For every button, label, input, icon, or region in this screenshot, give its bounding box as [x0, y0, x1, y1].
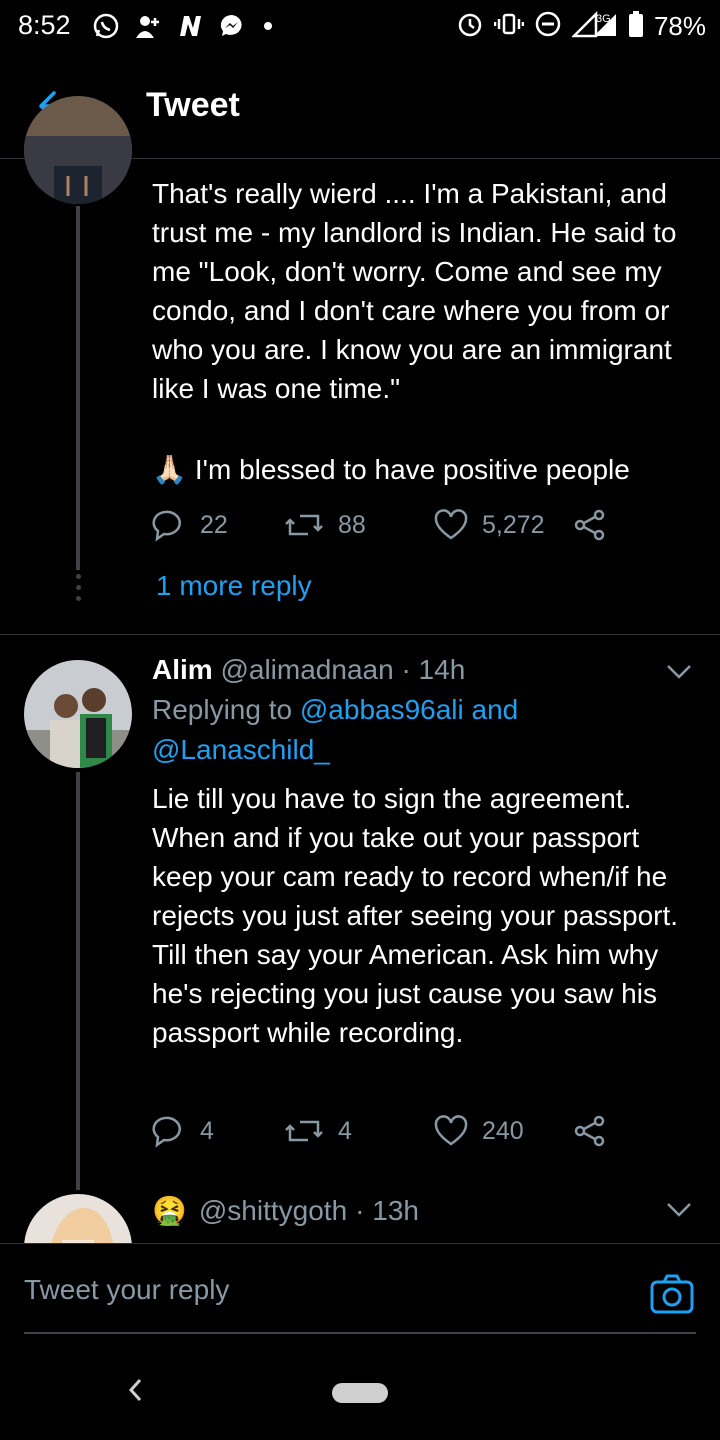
retweet-icon — [285, 1120, 323, 1142]
svg-text:3G: 3G — [596, 13, 611, 25]
reply-input[interactable]: Tweet your reply — [24, 1274, 229, 1306]
notification-dot-icon — [264, 22, 272, 30]
chevron-down-icon[interactable] — [666, 1202, 692, 1218]
alarm-icon — [456, 10, 484, 43]
signal-icon: 3G — [570, 10, 618, 43]
status-bar: 8:52 3G 78% — [0, 0, 720, 52]
tweet3-meta: 🤮 @shittygoth · 13h — [152, 1194, 419, 1227]
timestamp: · 14h — [401, 654, 466, 685]
retweet-count: 88 — [338, 510, 366, 539]
camera-icon[interactable] — [650, 1274, 694, 1314]
heart-icon — [434, 1115, 468, 1146]
status-time: 8:52 — [18, 10, 71, 40]
replying-to: Replying to @abbas96ali and — [152, 694, 518, 726]
add-contact-icon — [134, 12, 162, 40]
tweet1-body: That's really wierd .... I'm a Pakistani… — [152, 178, 685, 404]
praying-hands-emoji: 🙏🏻 — [152, 454, 187, 485]
more-reply-link[interactable]: 1 more reply — [156, 570, 312, 602]
reply-icon — [152, 510, 181, 542]
thread-line — [76, 772, 80, 1190]
tweet2-meta: Alim @alimadnaan · 14h — [152, 654, 465, 686]
reply-button[interactable]: 22 — [152, 508, 284, 542]
do-not-disturb-icon — [534, 10, 562, 43]
retweet-icon — [285, 514, 323, 536]
more-replies-dots — [73, 574, 83, 601]
page-title: Tweet — [146, 86, 240, 124]
like-count: 5,272 — [482, 510, 545, 539]
vibrate-icon — [493, 10, 525, 43]
retweet-button[interactable]: 88 — [284, 508, 434, 542]
share-icon — [574, 1115, 605, 1147]
nav-back-icon[interactable] — [126, 1377, 146, 1411]
messenger-icon — [218, 12, 246, 40]
reply-button[interactable]: 4 — [152, 1114, 284, 1148]
replying-to-label: Replying to — [152, 694, 293, 725]
handle[interactable]: @alimadnaan — [220, 654, 393, 685]
divider — [0, 634, 720, 635]
avatar-alim[interactable] — [24, 660, 132, 768]
system-nav-bar — [0, 1343, 720, 1440]
vomit-emoji: 🤮 — [152, 1195, 187, 1226]
share-icon — [574, 509, 605, 541]
like-button[interactable]: 5,272 — [434, 509, 574, 541]
battery-percent: 78% — [653, 11, 706, 41]
chevron-down-icon[interactable] — [666, 664, 692, 680]
input-underline — [24, 1332, 696, 1334]
reply-icon — [152, 1116, 181, 1148]
handle[interactable]: @shittygoth — [199, 1195, 347, 1227]
reply-composer: Tweet your reply — [0, 1243, 720, 1344]
n-app-icon — [176, 12, 204, 40]
mention-link[interactable]: @abbas96ali and — [300, 694, 518, 725]
thread-line — [76, 206, 80, 570]
battery-icon — [628, 10, 644, 43]
share-button[interactable] — [574, 509, 620, 541]
nav-home-pill[interactable] — [332, 1383, 388, 1403]
tweet1-actions: 22 88 5,272 — [152, 508, 620, 542]
display-name[interactable]: Alim — [152, 654, 213, 685]
heart-icon — [434, 509, 468, 540]
share-button[interactable] — [574, 1115, 620, 1147]
reply-count: 22 — [200, 510, 228, 539]
whatsapp-icon — [92, 12, 120, 40]
avatar-tweet1[interactable] — [24, 96, 132, 204]
reply-count: 4 — [200, 1116, 214, 1145]
retweet-button[interactable]: 4 — [284, 1114, 434, 1148]
mention-link[interactable]: @Lanaschild_ — [152, 734, 330, 766]
like-count: 240 — [482, 1116, 524, 1145]
tweet2-body: Lie till you have to sign the agreement.… — [152, 783, 686, 1048]
like-button[interactable]: 240 — [434, 1115, 574, 1147]
timestamp: · 13h — [355, 1194, 419, 1226]
tweet2-actions: 4 4 240 — [152, 1114, 620, 1148]
retweet-count: 4 — [338, 1116, 352, 1145]
tweet1-body-line2: I'm blessed to have positive people — [194, 454, 630, 485]
